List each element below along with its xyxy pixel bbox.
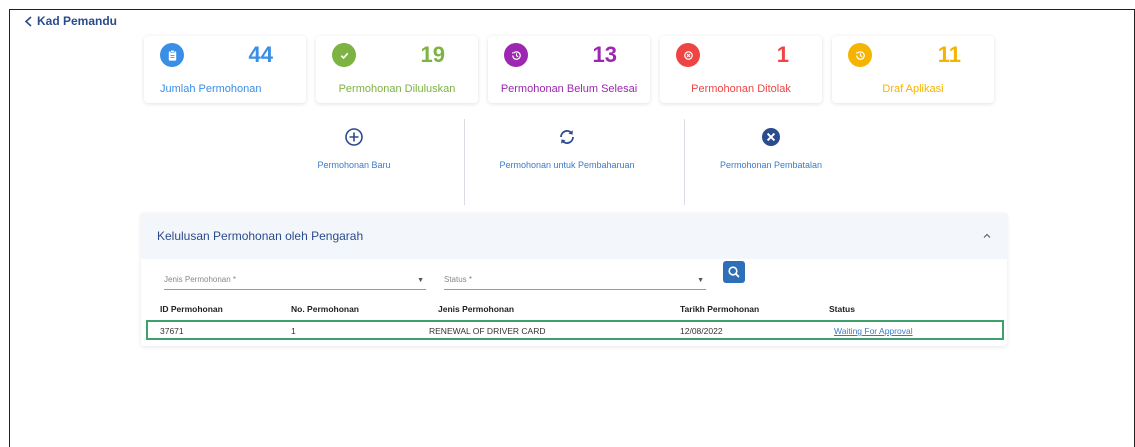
action-label: Permohonan untuk Pembaharuan bbox=[499, 160, 635, 170]
renewal-application-button[interactable]: Permohonan untuk Pembaharuan bbox=[467, 117, 667, 170]
search-icon bbox=[728, 266, 740, 278]
column-header: No. Permohonan bbox=[291, 304, 360, 314]
panel-header: Kelulusan Permohonan oleh Pengarah bbox=[141, 213, 1007, 259]
clipboard-icon bbox=[160, 43, 184, 67]
back-link[interactable]: Kad Pemandu bbox=[24, 14, 117, 28]
stat-label: Permohonan Ditolak bbox=[691, 83, 791, 95]
cell-id: 37671 bbox=[160, 326, 184, 336]
stat-card-ditolak[interactable]: 1 Permohonan Ditolak bbox=[660, 36, 822, 103]
stat-card-belum-selesai[interactable]: 13 Permohonan Belum Selesai bbox=[488, 36, 650, 103]
select-placeholder: Status * bbox=[444, 275, 473, 284]
stat-card-draf[interactable]: 11 Draf Aplikasi bbox=[832, 36, 994, 103]
action-label: Permohonan Pembatalan bbox=[719, 160, 823, 170]
column-header: ID Permohonan bbox=[160, 304, 223, 314]
column-header: Jenis Permohonan bbox=[438, 304, 515, 314]
stat-card-jumlah[interactable]: 44 Jumlah Permohonan bbox=[144, 36, 306, 103]
stat-count: 19 bbox=[420, 42, 445, 67]
chevron-left-icon bbox=[24, 15, 32, 27]
clock-history-icon bbox=[504, 43, 528, 67]
draft-history-icon bbox=[848, 43, 872, 67]
chevron-up-icon[interactable] bbox=[981, 231, 993, 241]
divider bbox=[464, 119, 465, 205]
renew-icon bbox=[560, 130, 574, 144]
cell-no: 1 bbox=[291, 326, 296, 336]
back-link-label: Kad Pemandu bbox=[37, 14, 118, 28]
check-circle-icon bbox=[332, 43, 356, 67]
new-application-button[interactable]: Permohonan Baru bbox=[254, 117, 454, 170]
stat-count: 11 bbox=[937, 42, 961, 67]
cancel-filled-icon bbox=[762, 128, 780, 146]
caret-down-icon: ▼ bbox=[417, 277, 424, 284]
action-label: Permohonan Baru bbox=[317, 160, 391, 170]
cell-jenis: RENEWAL OF DRIVER CARD bbox=[429, 326, 546, 336]
plus-circle-icon bbox=[345, 128, 363, 146]
approval-panel: Kelulusan Permohonan oleh Pengarah Jenis… bbox=[141, 213, 1007, 346]
stat-card-diluluskan[interactable]: 19 Permohonan Diluluskan bbox=[316, 36, 478, 103]
stat-count: 1 bbox=[776, 42, 789, 67]
column-header: Status bbox=[829, 304, 855, 314]
column-header: Tarikh Permohonan bbox=[680, 304, 760, 314]
cell-tarikh: 12/08/2022 bbox=[680, 326, 723, 336]
stat-label: Draf Aplikasi bbox=[882, 83, 944, 95]
status-select[interactable]: Status * ▼ bbox=[444, 275, 706, 290]
cancel-circle-icon bbox=[676, 43, 700, 67]
stat-label: Permohonan Diluluskan bbox=[338, 83, 456, 95]
stat-count: 13 bbox=[592, 42, 617, 67]
panel-title: Kelulusan Permohonan oleh Pengarah bbox=[157, 229, 364, 243]
cancellation-application-button[interactable]: Permohonan Pembatalan bbox=[671, 117, 871, 170]
caret-down-icon: ▼ bbox=[697, 277, 704, 284]
action-row: Permohonan Baru Permohonan untuk Pembaha… bbox=[246, 117, 906, 207]
table-row[interactable]: 37671 1 RENEWAL OF DRIVER CARD 12/08/202… bbox=[146, 320, 1004, 340]
stat-label: Jumlah Permohonan bbox=[160, 83, 262, 95]
jenis-permohonan-select[interactable]: Jenis Permohonan * ▼ bbox=[164, 275, 426, 290]
select-placeholder: Jenis Permohonan * bbox=[164, 275, 237, 284]
stat-label: Permohonan Belum Selesai bbox=[500, 83, 638, 95]
search-button[interactable] bbox=[723, 261, 745, 283]
stats-row: 44 Jumlah Permohonan 19 Permohonan Dilul… bbox=[144, 36, 994, 103]
stat-count: 44 bbox=[248, 42, 273, 67]
status-link[interactable]: Waiting For Approval bbox=[834, 326, 913, 336]
